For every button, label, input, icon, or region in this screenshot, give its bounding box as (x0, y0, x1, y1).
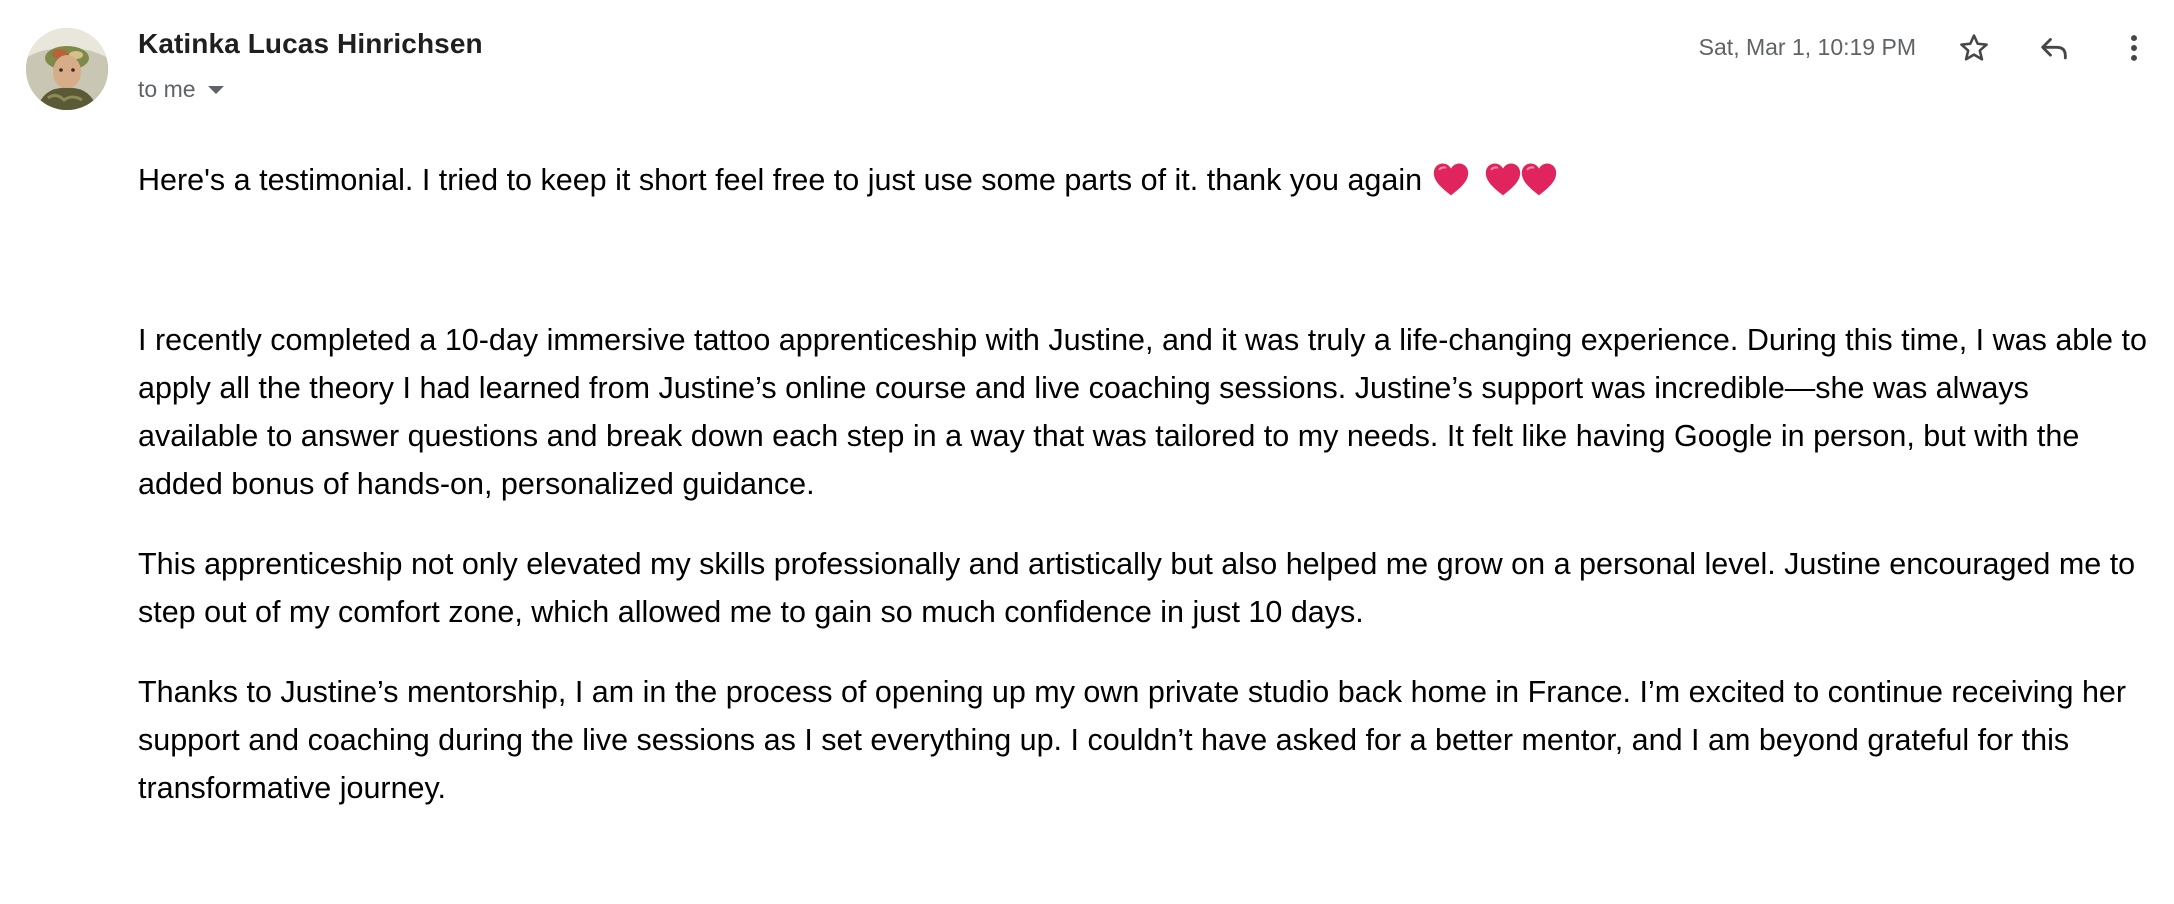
sender-avatar[interactable] (26, 28, 108, 110)
more-vert-icon (2131, 35, 2137, 61)
testimonial-paragraph: This apprenticeship not only elevated my… (138, 547, 2136, 629)
heart-icon (1433, 163, 1468, 196)
caret-down-icon (207, 86, 224, 94)
star-button[interactable] (1950, 24, 1998, 72)
recipient-details-toggle[interactable]: to me (138, 74, 224, 104)
star-icon (1960, 34, 1988, 61)
heart-icon (1521, 163, 1557, 196)
email-message: Katinka Lucas Hinrichsen to me Sat, Mar … (0, 0, 2174, 904)
email-timestamp[interactable]: Sat, Mar 1, 10:19 PM (1699, 34, 1916, 61)
testimonial-paragraph: I recently completed a 10-day immersive … (138, 323, 2147, 501)
testimonial-paragraph: Thanks to Justine’s mentorship, I am in … (138, 675, 2127, 805)
intro-paragraph: Here's a testimonial. I tried to keep it… (138, 156, 2148, 204)
heart-icon (1485, 163, 1521, 196)
more-options-button[interactable] (2110, 24, 2158, 72)
intro-text: Here's a testimonial. I tried to keep it… (138, 163, 1423, 197)
email-body: Here's a testimonial. I tried to keep it… (138, 156, 2148, 844)
avatar-photo-icon (26, 28, 108, 110)
reply-icon (2041, 38, 2067, 60)
sender-name[interactable]: Katinka Lucas Hinrichsen (138, 28, 483, 60)
recipient-label: to me (138, 75, 196, 102)
reply-button[interactable] (2030, 24, 2078, 72)
